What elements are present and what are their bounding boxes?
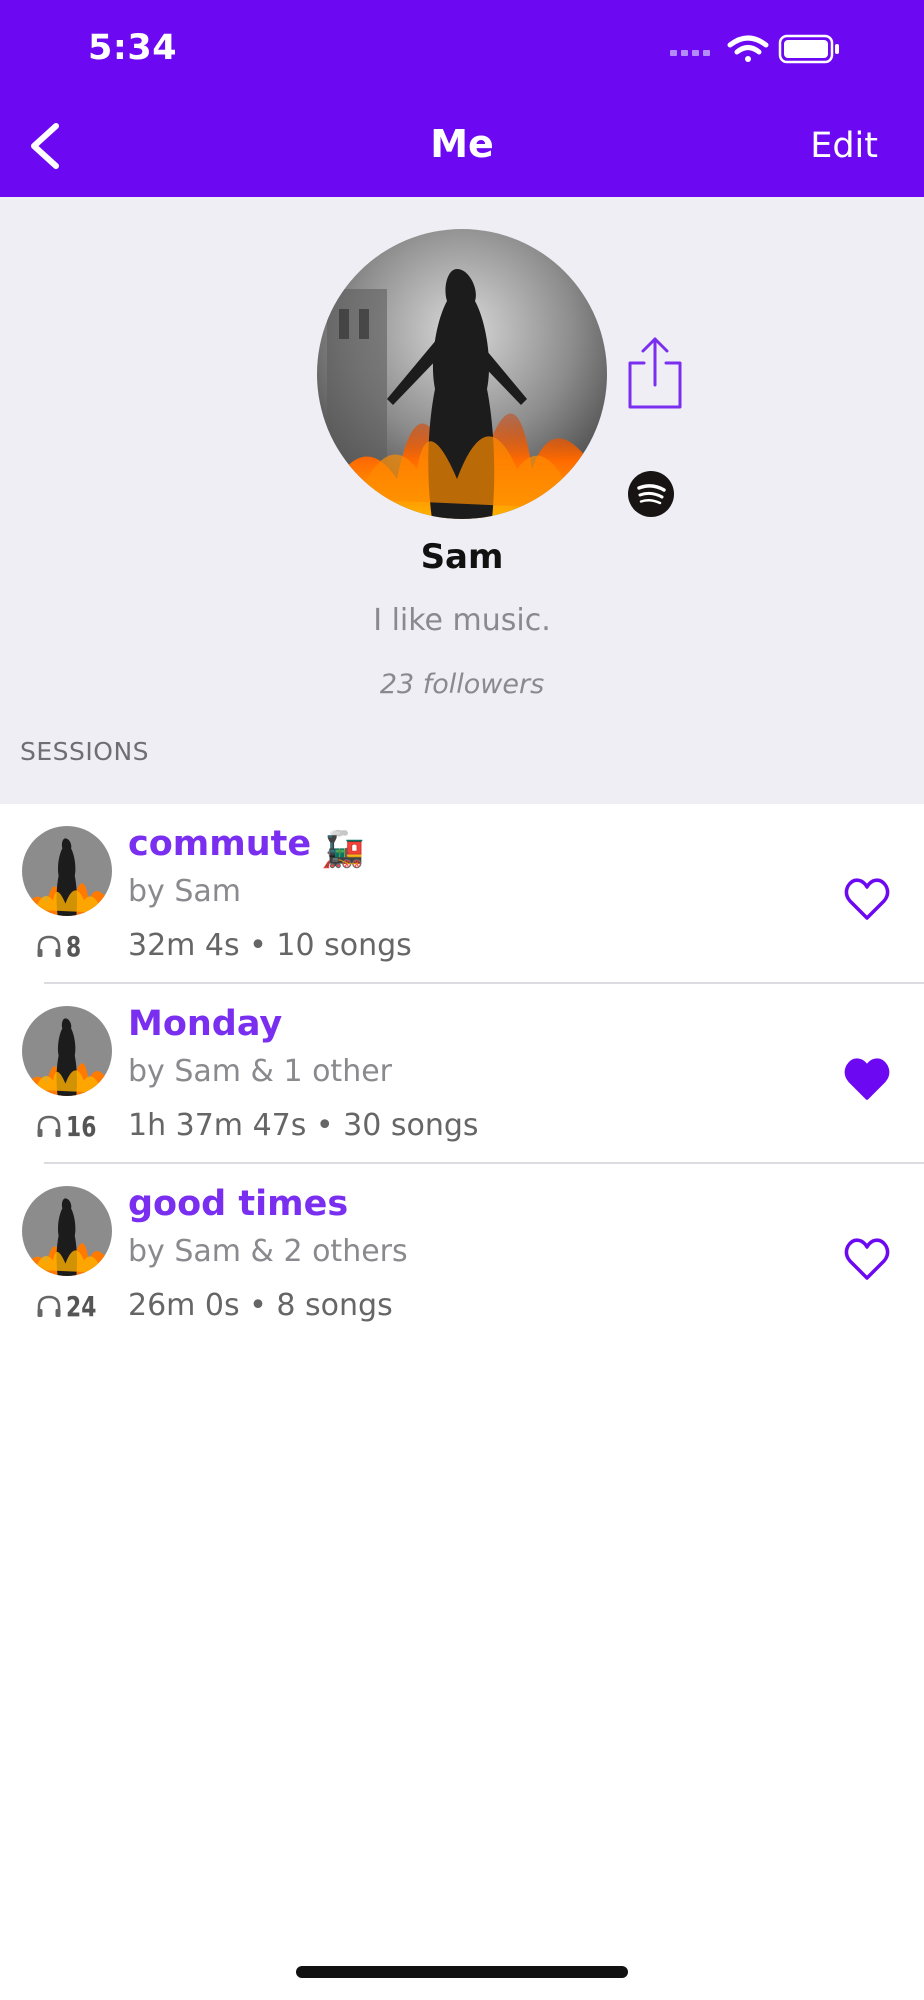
headphones-icon <box>37 1295 61 1317</box>
sessions-section-header: SESSIONS <box>20 737 150 766</box>
session-title: good times <box>128 1184 348 1224</box>
top-bar: 5:34 Me Edit <box>0 0 924 197</box>
session-owner: by Sam & 1 other <box>128 1054 392 1089</box>
session-owner: by Sam & 2 others <box>128 1234 408 1269</box>
session-row[interactable]: 16 Monday by Sam & 1 other 1h 37m 47s • … <box>0 984 924 1164</box>
followers-count[interactable]: 23 followers <box>0 669 924 700</box>
session-title-text: Monday <box>128 1004 283 1044</box>
train-icon: 🚂 <box>321 830 365 870</box>
heart-outline-icon <box>844 1238 890 1280</box>
session-meta: 26m 0s • 8 songs <box>128 1288 393 1323</box>
heart-filled-icon <box>844 1058 890 1100</box>
battery-icon <box>778 34 839 64</box>
like-button[interactable] <box>842 1234 892 1284</box>
edit-button[interactable]: Edit <box>810 126 878 166</box>
signal-icon <box>670 50 710 56</box>
status-time: 5:34 <box>88 28 178 68</box>
session-title: Monday <box>128 1004 282 1044</box>
listen-count: 16 <box>36 1108 105 1144</box>
session-meta: 32m 4s • 10 songs <box>128 928 412 963</box>
profile-bio: I like music. <box>373 603 551 638</box>
session-meta: 1h 37m 47s • 30 songs <box>128 1108 479 1143</box>
headphones-icon <box>37 1115 61 1137</box>
profile-avatar <box>317 229 607 519</box>
like-button[interactable] <box>842 1054 892 1104</box>
profile-name: Sam <box>420 537 504 577</box>
headphones-icon <box>37 935 61 957</box>
heart-outline-icon <box>844 878 890 920</box>
session-avatar <box>22 1186 112 1276</box>
status-icons <box>670 34 839 64</box>
spotify-icon <box>628 471 674 517</box>
session-row[interactable]: 24 good times by Sam & 2 others 26m 0s •… <box>0 1164 924 1344</box>
home-indicator[interactable] <box>296 1966 628 1978</box>
sessions-list: 8 commute 🚂 by Sam 32m 4s • 10 songs 16 … <box>0 804 924 1344</box>
profile-header: Sam I like music. 23 followers SESSIONS <box>0 197 924 804</box>
wifi-icon <box>727 35 769 62</box>
listen-count: 8 <box>36 928 85 964</box>
listen-count-value: 8 <box>66 929 82 963</box>
listen-count-value: 24 <box>66 1289 97 1323</box>
share-icon <box>628 337 682 409</box>
listen-count: 24 <box>36 1288 105 1324</box>
profile-screen: 5:34 Me Edit Sam I like music. 23 follow… <box>0 0 924 2000</box>
session-owner: by Sam <box>128 874 241 909</box>
share-button[interactable] <box>624 335 686 413</box>
session-title-text: commute <box>128 824 312 864</box>
session-row[interactable]: 8 commute 🚂 by Sam 32m 4s • 10 songs <box>0 804 924 984</box>
session-title-text: good times <box>128 1184 349 1224</box>
listen-count-value: 16 <box>66 1109 97 1143</box>
like-button[interactable] <box>842 874 892 924</box>
session-avatar <box>22 1006 112 1096</box>
session-avatar <box>22 826 112 916</box>
session-title: commute 🚂 <box>128 824 365 870</box>
page-title: Me <box>430 122 494 166</box>
